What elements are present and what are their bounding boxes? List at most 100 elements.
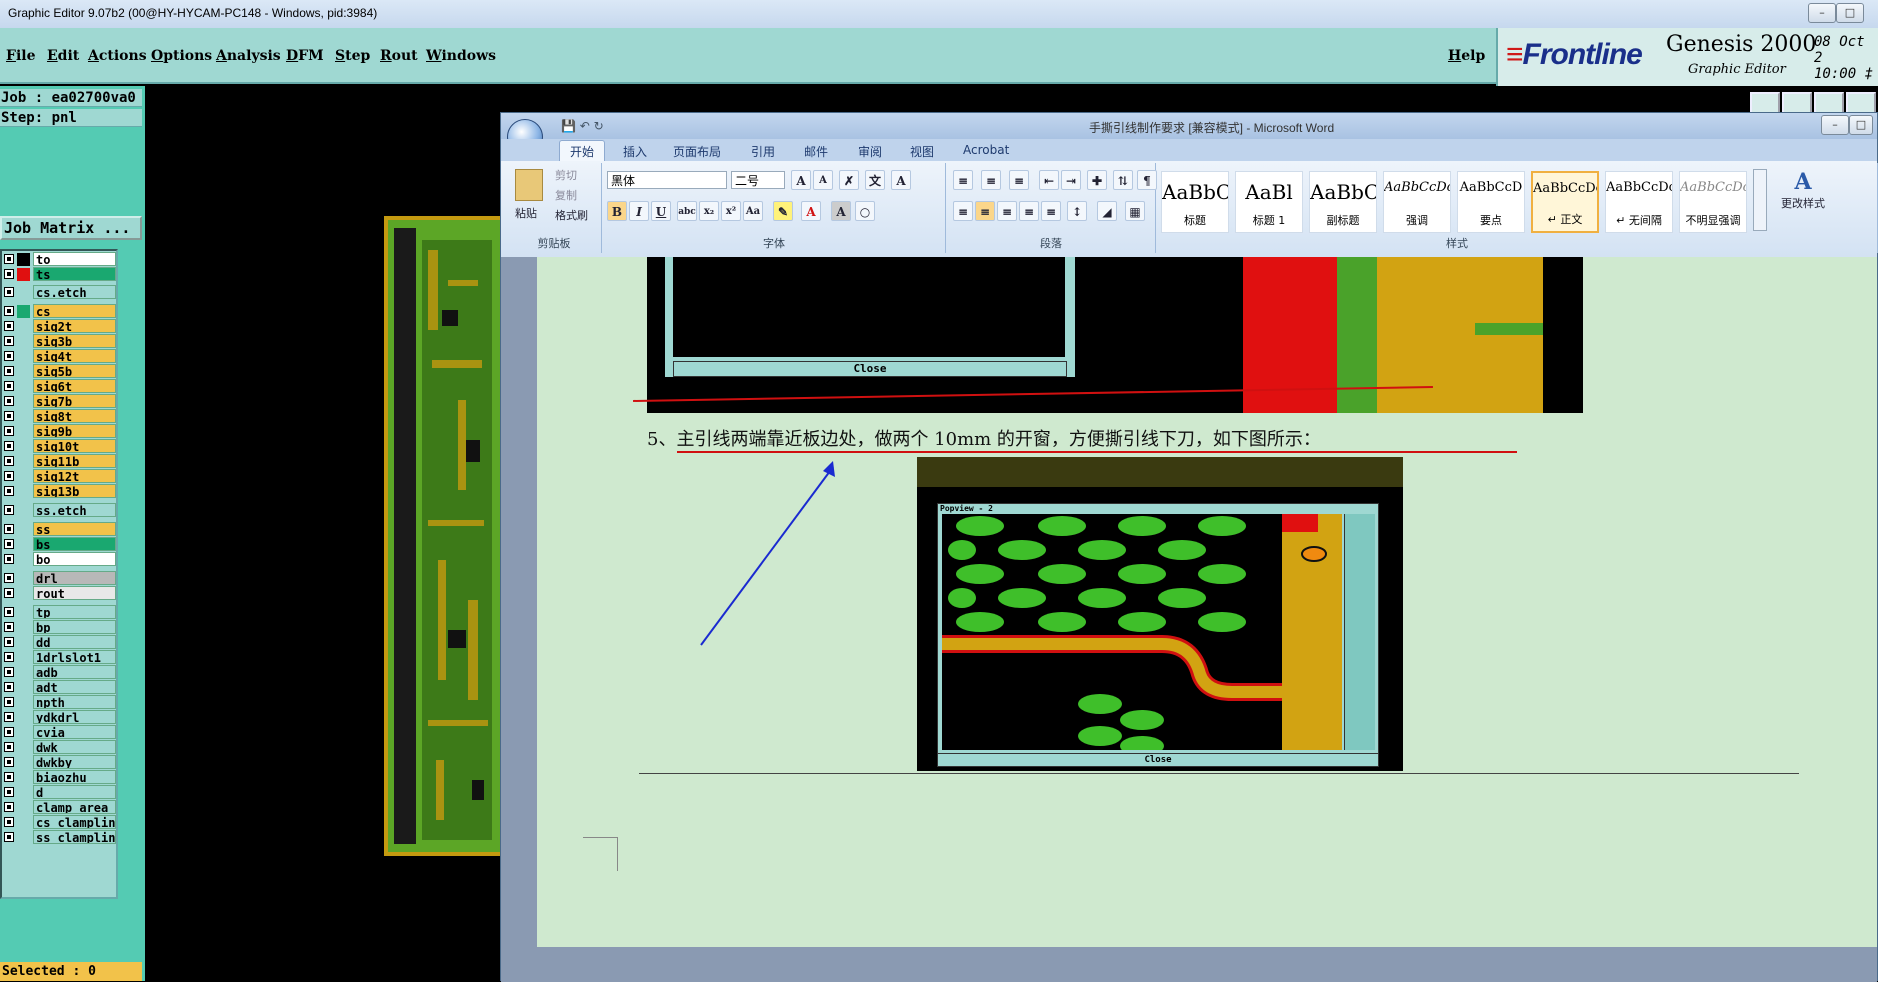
layer-checkbox[interactable] bbox=[4, 622, 14, 632]
layer-checkbox[interactable] bbox=[4, 396, 14, 406]
layer-name[interactable]: sig5b bbox=[33, 364, 116, 378]
asian-layout-icon[interactable]: ✚ bbox=[1087, 170, 1107, 190]
layer-name[interactable]: cvia bbox=[33, 725, 116, 739]
layer-row[interactable]: cs_clampline bbox=[2, 815, 118, 830]
layer-row[interactable]: npth bbox=[2, 695, 118, 710]
document-paragraph[interactable]: 5、主引线两端靠近板边处，做两个 10mm 的开窗，方便撕引线下刀，如下图所示： bbox=[647, 425, 1321, 451]
layer-row[interactable]: sig10t bbox=[2, 439, 118, 454]
layer-color-swatch[interactable] bbox=[17, 425, 30, 438]
numbering-icon[interactable]: ≡ bbox=[981, 170, 1001, 190]
layer-color-swatch[interactable] bbox=[17, 831, 30, 844]
grow-font-button[interactable]: A bbox=[791, 170, 811, 190]
layer-checkbox[interactable] bbox=[4, 505, 14, 515]
layer-checkbox[interactable] bbox=[4, 486, 14, 496]
show-marks-icon[interactable]: ¶ bbox=[1137, 170, 1157, 190]
layer-name[interactable]: d bbox=[33, 785, 116, 799]
layer-checkbox[interactable] bbox=[4, 411, 14, 421]
subscript-button[interactable]: x₂ bbox=[699, 201, 719, 221]
menu-actions[interactable]: Actions bbox=[88, 48, 147, 64]
layer-name[interactable]: ts bbox=[33, 267, 116, 281]
menu-windows[interactable]: Windows bbox=[426, 48, 496, 64]
superscript-button[interactable]: x² bbox=[721, 201, 741, 221]
layer-name[interactable]: 1drlslot1 bbox=[33, 650, 116, 664]
layer-color-swatch[interactable] bbox=[17, 440, 30, 453]
layer-name[interactable]: tp bbox=[33, 605, 116, 619]
layer-name[interactable]: clamp_area bbox=[33, 800, 116, 814]
menu-help[interactable]: Help bbox=[1448, 48, 1485, 64]
shrink-font-button[interactable]: A bbox=[813, 170, 833, 190]
layer-row[interactable]: adb bbox=[2, 665, 118, 680]
layer-color-swatch[interactable] bbox=[17, 350, 30, 363]
change-styles-button[interactable]: A 更改样式 bbox=[1775, 169, 1831, 211]
layer-name[interactable]: dwk bbox=[33, 740, 116, 754]
minimize-button[interactable]: – bbox=[1808, 3, 1836, 23]
layer-row[interactable]: sig12t bbox=[2, 469, 118, 484]
layer-color-swatch[interactable] bbox=[17, 320, 30, 333]
word-minimize-button[interactable]: – bbox=[1821, 115, 1849, 135]
layer-color-swatch[interactable] bbox=[17, 651, 30, 664]
align-left-icon[interactable]: ≡ bbox=[953, 201, 973, 221]
paste-icon[interactable] bbox=[515, 169, 543, 201]
style-item[interactable]: AaBbCcDc ↵ 无间隔 bbox=[1605, 171, 1673, 233]
layer-row[interactable]: tp bbox=[2, 605, 118, 620]
layer-checkbox[interactable] bbox=[4, 682, 14, 692]
layer-row[interactable]: sig7b bbox=[2, 394, 118, 409]
char-border-button[interactable]: A bbox=[891, 170, 911, 190]
layer-checkbox[interactable] bbox=[4, 667, 14, 677]
layer-color-swatch[interactable] bbox=[17, 410, 30, 423]
layer-checkbox[interactable] bbox=[4, 426, 14, 436]
borders-icon[interactable]: ▦ bbox=[1125, 201, 1145, 221]
layer-name[interactable]: adt bbox=[33, 680, 116, 694]
increase-indent-icon[interactable]: ⇥ bbox=[1061, 170, 1081, 190]
layer-checkbox[interactable] bbox=[4, 336, 14, 346]
tab-review[interactable]: 审阅 bbox=[858, 143, 882, 160]
layer-name[interactable]: sig12t bbox=[33, 469, 116, 483]
layer-row[interactable]: sig11b bbox=[2, 454, 118, 469]
layer-color-swatch[interactable] bbox=[17, 268, 30, 281]
layer-name[interactable]: bo bbox=[33, 552, 116, 566]
layer-checkbox[interactable] bbox=[4, 757, 14, 767]
sort-icon[interactable]: ⇅ bbox=[1113, 170, 1133, 190]
layer-name[interactable]: ydkdrl bbox=[33, 710, 116, 724]
layer-color-swatch[interactable] bbox=[17, 666, 30, 679]
style-item[interactable]: AaBbCcD 要点 bbox=[1457, 171, 1525, 233]
tab-mailings[interactable]: 邮件 bbox=[804, 143, 828, 160]
justify-icon[interactable]: ≡ bbox=[1019, 201, 1039, 221]
layer-name[interactable]: cs bbox=[33, 304, 116, 318]
underline-button[interactable]: U bbox=[651, 201, 671, 221]
style-item[interactable]: AaBbC 副标题 bbox=[1309, 171, 1377, 233]
layer-row[interactable]: biaozhu bbox=[2, 770, 118, 785]
layer-color-swatch[interactable] bbox=[17, 395, 30, 408]
layer-color-swatch[interactable] bbox=[17, 636, 30, 649]
layer-row[interactable]: sig5b bbox=[2, 364, 118, 379]
layer-row[interactable]: cs bbox=[2, 304, 118, 319]
layer-row[interactable]: adt bbox=[2, 680, 118, 695]
multilevel-list-icon[interactable]: ≡ bbox=[1009, 170, 1029, 190]
menu-file[interactable]: File bbox=[6, 48, 36, 64]
layer-color-swatch[interactable] bbox=[17, 711, 30, 724]
layer-checkbox[interactable] bbox=[4, 524, 14, 534]
undo-icon[interactable]: ↶ bbox=[580, 119, 590, 133]
layer-color-swatch[interactable] bbox=[17, 681, 30, 694]
layer-row[interactable]: rout bbox=[2, 586, 118, 601]
layer-name[interactable]: bp bbox=[33, 620, 116, 634]
document-area[interactable]: Close 5、主引线两端靠近板边处，做两个 10mm 的开窗，方便撕引线下刀，… bbox=[501, 257, 1877, 982]
redo-icon[interactable]: ↻ bbox=[594, 119, 604, 133]
layer-row[interactable]: dwk bbox=[2, 740, 118, 755]
layer-name[interactable]: drl bbox=[33, 571, 116, 585]
layer-name[interactable]: biaozhu bbox=[33, 770, 116, 784]
job-matrix-button[interactable]: Job Matrix ... bbox=[0, 216, 142, 240]
layer-name[interactable]: bs bbox=[33, 537, 116, 551]
align-right-icon[interactable]: ≡ bbox=[997, 201, 1017, 221]
layer-row[interactable]: d bbox=[2, 785, 118, 800]
layer-name[interactable]: ss bbox=[33, 522, 116, 536]
layer-name[interactable]: sig2t bbox=[33, 319, 116, 333]
layer-color-swatch[interactable] bbox=[17, 455, 30, 468]
layer-name[interactable]: sig4t bbox=[33, 349, 116, 363]
layer-checkbox[interactable] bbox=[4, 817, 14, 827]
layer-color-swatch[interactable] bbox=[17, 587, 30, 600]
layer-row[interactable]: dd bbox=[2, 635, 118, 650]
layer-color-swatch[interactable] bbox=[17, 553, 30, 566]
layer-checkbox[interactable] bbox=[4, 471, 14, 481]
layer-color-swatch[interactable] bbox=[17, 771, 30, 784]
